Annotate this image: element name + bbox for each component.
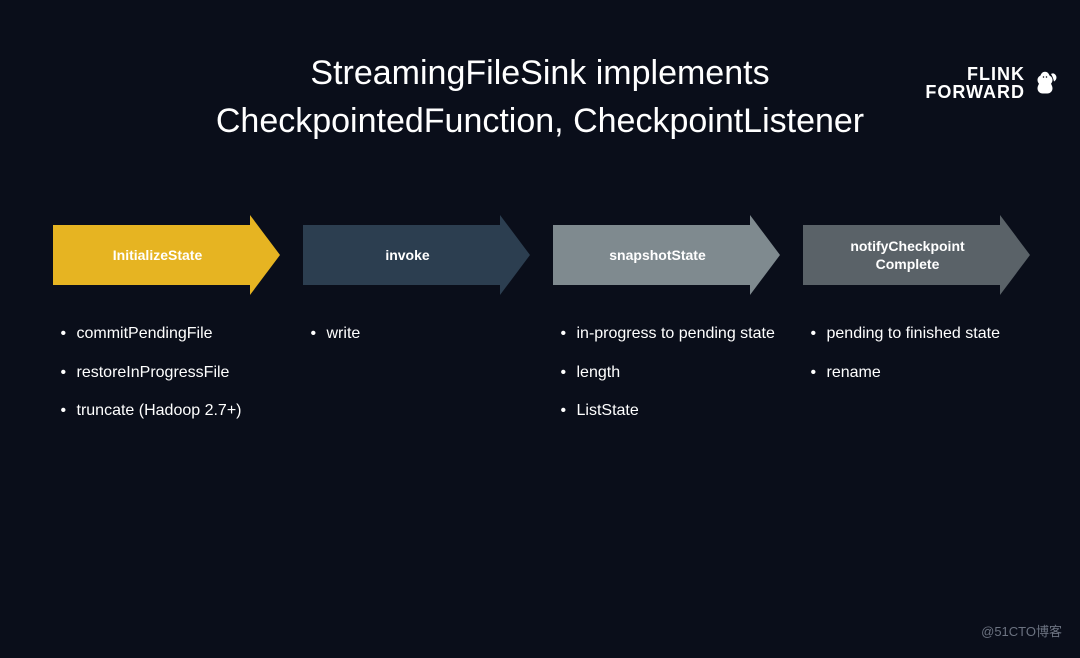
- title-line1: StreamingFileSink implements: [310, 54, 769, 92]
- bullet-item: length: [561, 362, 778, 384]
- arrow-label: InitializeState: [113, 246, 217, 264]
- logo-line2: FORWARD: [925, 83, 1025, 101]
- flink-forward-logo: FLINK FORWARD: [925, 65, 1060, 101]
- slide-title: StreamingFileSink implements Checkpointe…: [0, 50, 1080, 145]
- step-notify-checkpoint-complete: notifyCheckpointComplete pending to fini…: [803, 215, 1028, 438]
- step-invoke: invoke write: [303, 215, 528, 438]
- arrow-notify-checkpoint-complete: notifyCheckpointComplete: [803, 215, 1028, 295]
- arrow-label: notifyCheckpointComplete: [850, 237, 979, 273]
- bullets-invoke: write: [303, 323, 528, 361]
- bullets-initialize-state: commitPendingFile restoreInProgressFile …: [53, 323, 278, 438]
- bullet-item: write: [311, 323, 528, 345]
- logo-line1: FLINK: [925, 65, 1025, 83]
- arrow-invoke: invoke: [303, 215, 528, 295]
- bullet-item: rename: [811, 362, 1028, 384]
- bullet-item: truncate (Hadoop 2.7+): [61, 400, 278, 422]
- step-snapshot-state: snapshotState in-progress to pending sta…: [553, 215, 778, 438]
- logo-text: FLINK FORWARD: [925, 65, 1025, 101]
- bullet-item: in-progress to pending state: [561, 323, 778, 345]
- bullets-notify-checkpoint-complete: pending to finished state rename: [803, 323, 1028, 400]
- bullet-item: ListState: [561, 400, 778, 422]
- arrow-label: invoke: [385, 246, 444, 264]
- arrow-snapshot-state: snapshotState: [553, 215, 778, 295]
- arrow-initialize-state: InitializeState: [53, 215, 278, 295]
- bullet-item: pending to finished state: [811, 323, 1028, 345]
- step-initialize-state: InitializeState commitPendingFile restor…: [53, 215, 278, 438]
- bullet-item: restoreInProgressFile: [61, 362, 278, 384]
- squirrel-icon: [1030, 68, 1060, 98]
- process-flow-diagram: InitializeState commitPendingFile restor…: [0, 215, 1080, 438]
- bullet-item: commitPendingFile: [61, 323, 278, 345]
- watermark-text: @51CTO博客: [981, 621, 1062, 640]
- title-line2: CheckpointedFunction, CheckpointListener: [216, 102, 864, 140]
- bullets-snapshot-state: in-progress to pending state length List…: [553, 323, 778, 438]
- arrow-label: snapshotState: [609, 246, 720, 264]
